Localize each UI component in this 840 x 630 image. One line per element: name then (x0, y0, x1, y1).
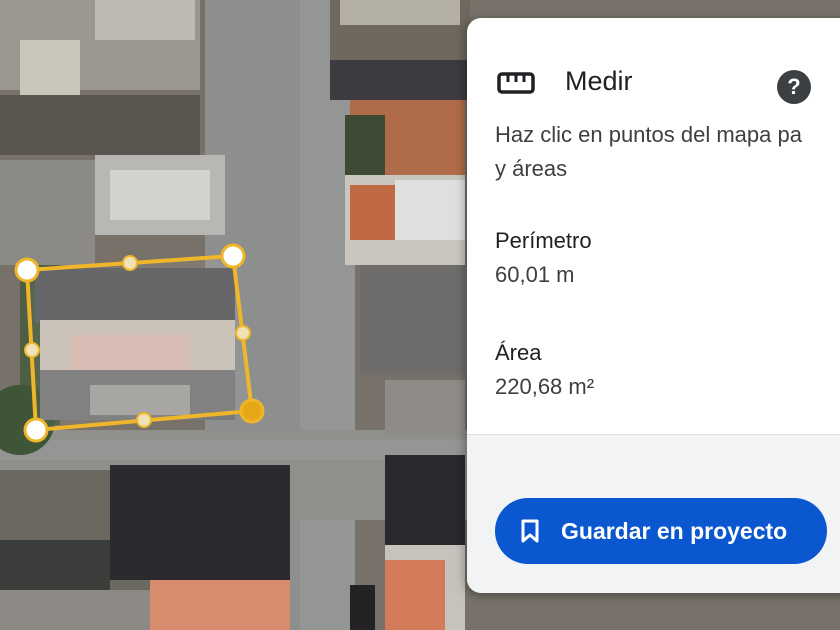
perimeter-value: 60,01 m (495, 262, 575, 287)
midpoint-handle-top (122, 255, 138, 271)
midpoint-handle-bottom (136, 412, 152, 428)
panel-header: Medir ? (467, 18, 840, 118)
midpoint-handle-left (24, 342, 40, 358)
perimeter-label: Perímetro (495, 228, 592, 253)
bookmark-icon (521, 519, 539, 543)
save-to-project-button[interactable]: Guardar en proyecto (495, 498, 827, 564)
midpoint-handle-right (235, 325, 251, 341)
instructions-text: Haz clic en puntos del mapa pa y áreas (495, 118, 840, 186)
instructions-line-2: y áreas (495, 156, 568, 181)
vertex-handle-bottom-left (23, 417, 49, 443)
area-value: 220,68 m² (495, 374, 595, 399)
help-icon[interactable]: ? (777, 70, 811, 104)
vertex-handle-top-left (14, 257, 40, 283)
vertex-handle-active (239, 398, 265, 424)
save-button-label: Guardar en proyecto (561, 518, 788, 544)
vertex-handle-top-right (220, 243, 246, 269)
ruler-icon (497, 72, 535, 94)
measure-panel: Medir ? Haz clic en puntos del mapa pa y… (467, 18, 840, 593)
area-label: Área (495, 340, 542, 365)
instructions-line-1: Haz clic en puntos del mapa pa (495, 122, 802, 147)
panel-title: Medir (565, 66, 633, 96)
